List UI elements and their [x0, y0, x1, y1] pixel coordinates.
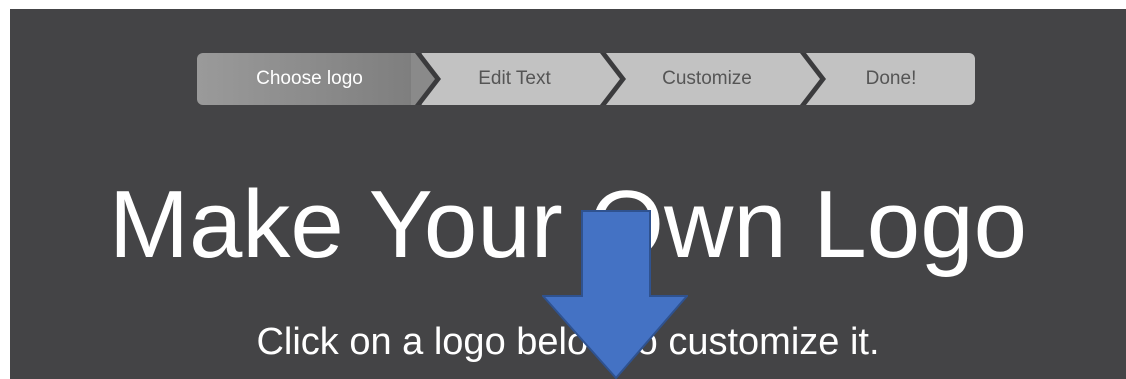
step-customize[interactable]: Customize [607, 53, 807, 105]
step-label: Choose logo [256, 68, 363, 89]
step-choose-logo[interactable]: Choose logo [197, 53, 422, 105]
step-label: Done! [865, 68, 917, 89]
step-label: Customize [662, 68, 752, 89]
page: Choose logo Edit Text Customize Done! Ma… [0, 0, 1126, 379]
step-separator-icon [796, 53, 826, 105]
step-done[interactable]: Done! [807, 53, 975, 105]
hero-section: Choose logo Edit Text Customize Done! Ma… [10, 9, 1126, 379]
step-separator-icon [411, 53, 441, 105]
step-edit-text[interactable]: Edit Text [422, 53, 607, 105]
step-separator-icon [596, 53, 626, 105]
step-label: Edit Text [478, 68, 551, 89]
wizard-steps: Choose logo Edit Text Customize Done! [197, 53, 975, 105]
down-arrow-icon [540, 210, 690, 379]
